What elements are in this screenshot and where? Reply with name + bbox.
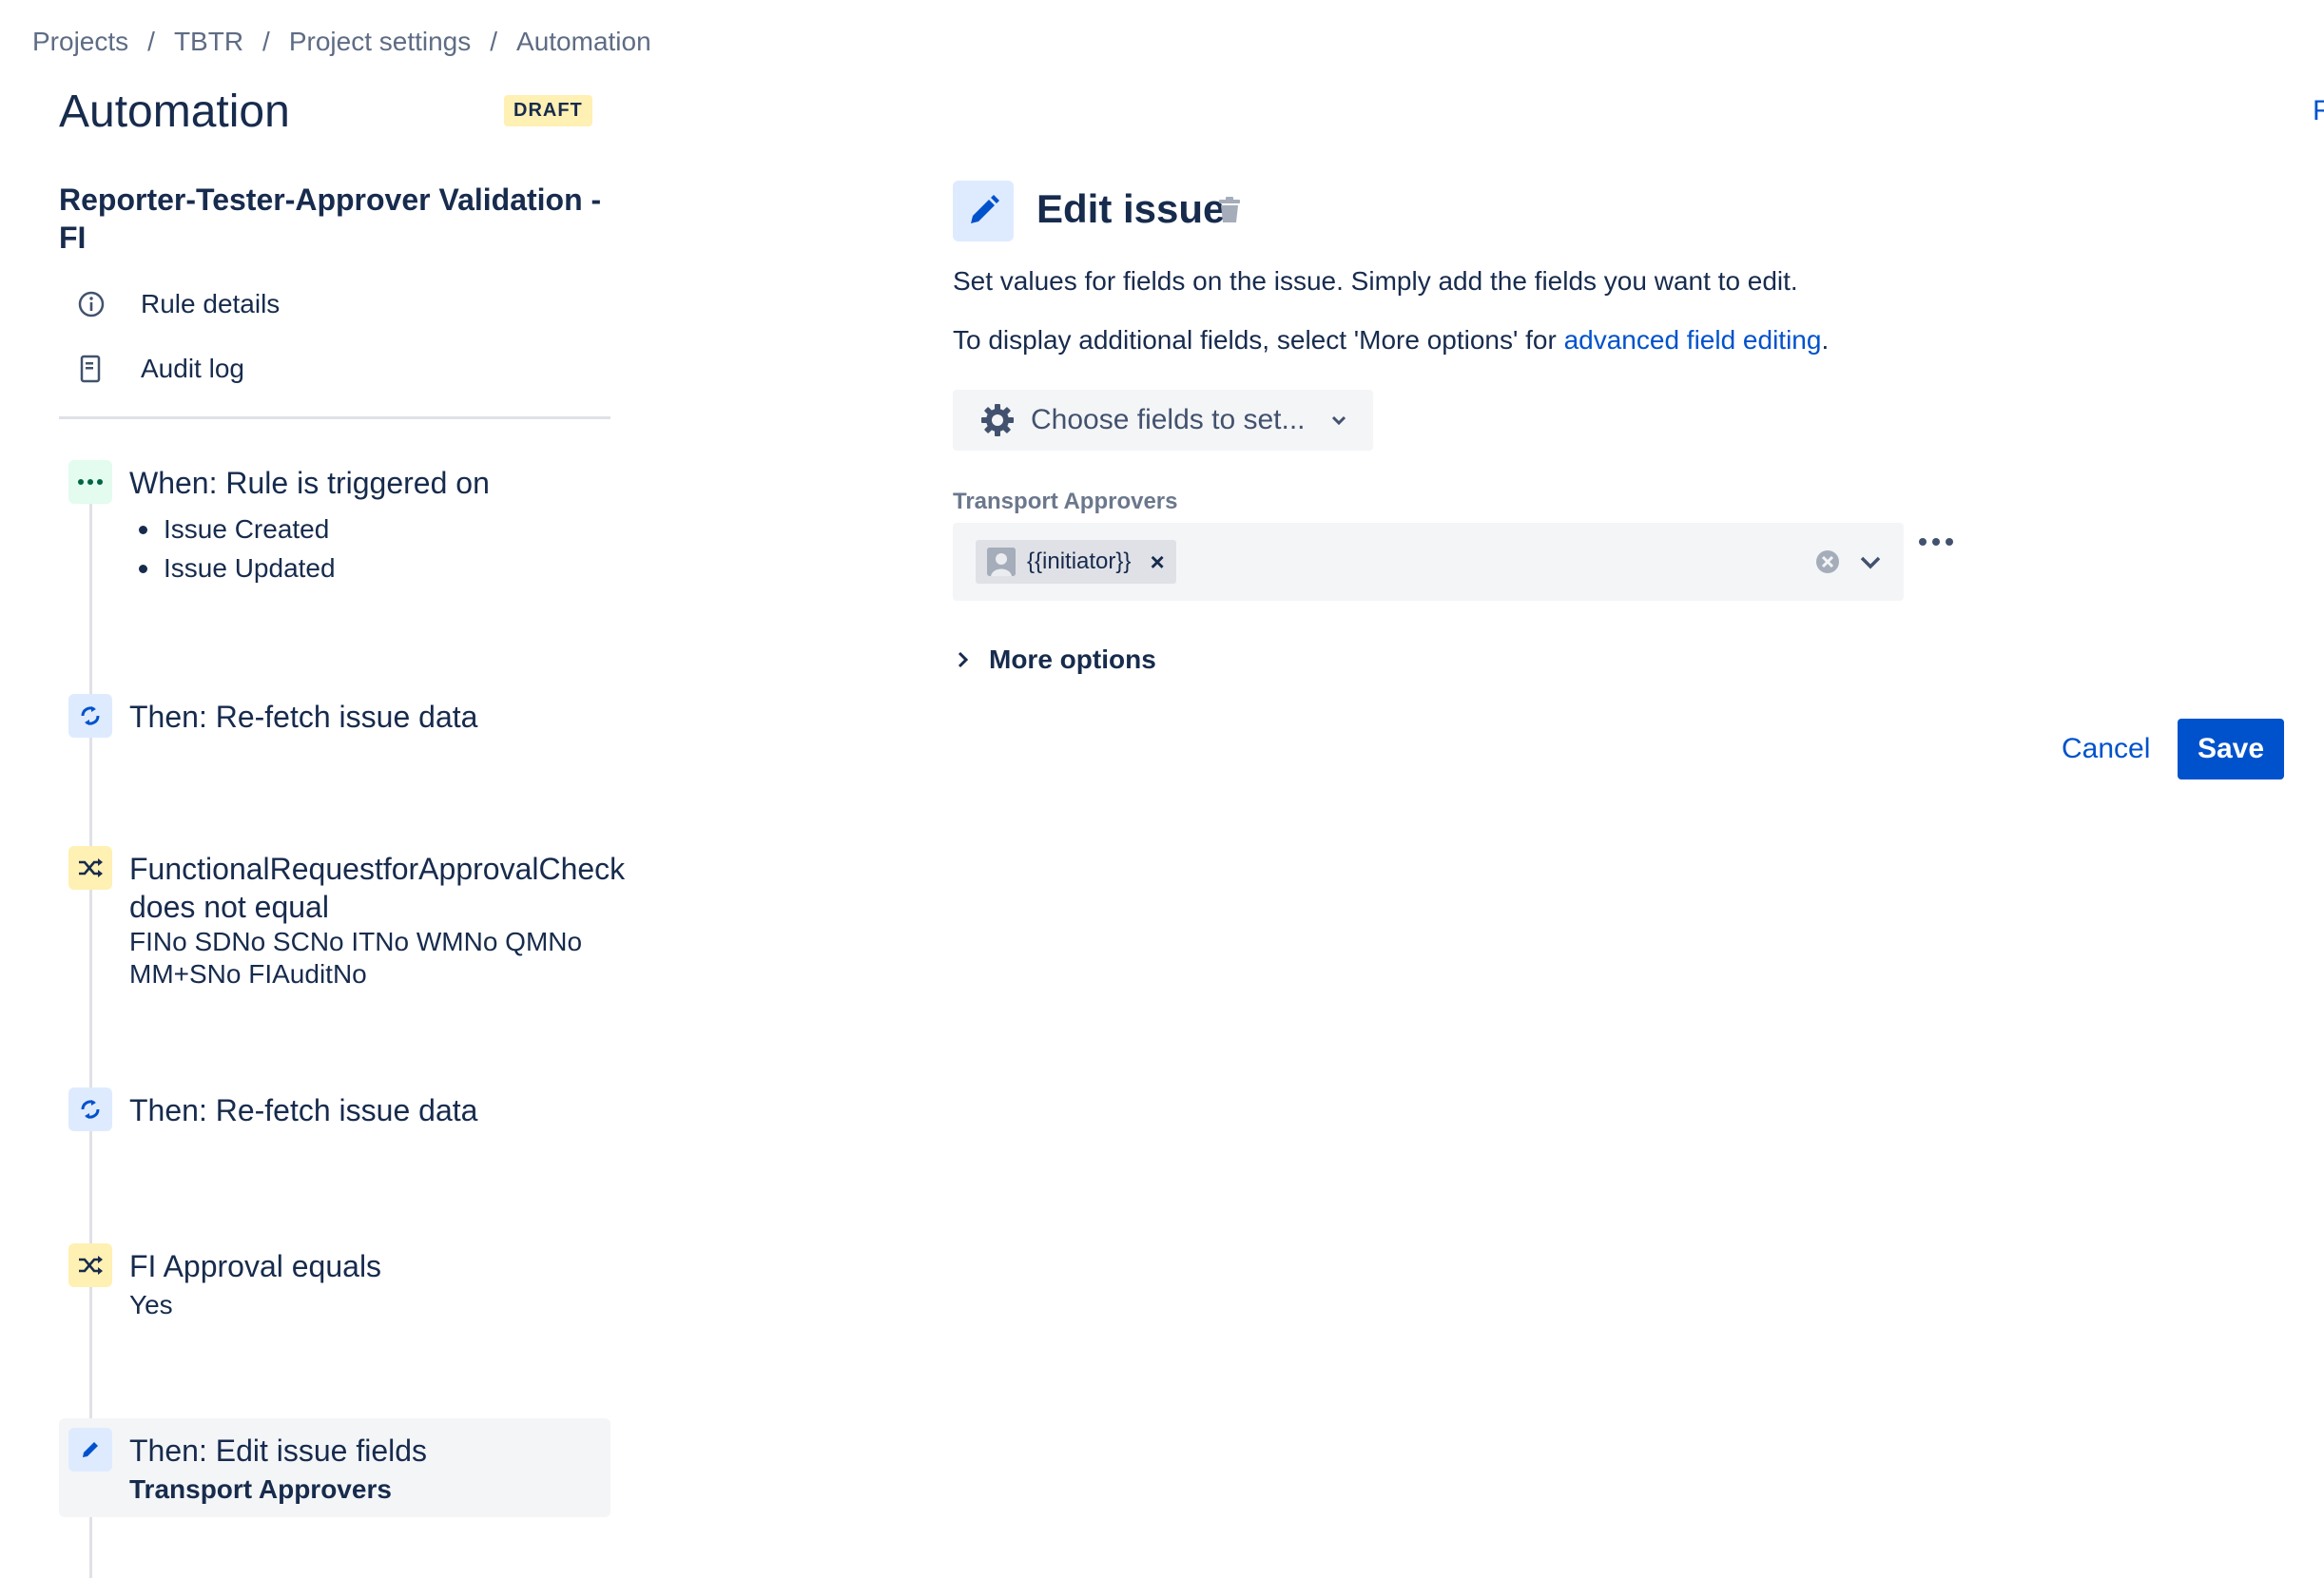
transport-approvers-label: Transport Approvers bbox=[953, 489, 1178, 514]
description-text: To display additional fields, select 'Mo… bbox=[953, 325, 1564, 355]
edit-description: Set values for fields on the issue. Simp… bbox=[953, 266, 1798, 296]
step-title: FI Approval equals bbox=[129, 1249, 382, 1283]
rule-name: Reporter-Tester-Approver Validation - FI bbox=[59, 183, 602, 255]
step-title: Then: Re-fetch issue data bbox=[129, 700, 478, 734]
choose-fields-label: Choose fields to set... bbox=[1031, 404, 1306, 435]
rule-details-label: Rule details bbox=[141, 289, 281, 318]
step-title: When: Rule is triggered on bbox=[129, 466, 490, 500]
audit-log-link[interactable]: Audit log bbox=[74, 352, 244, 386]
audit-log-label: Audit log bbox=[141, 354, 244, 383]
shuffle-icon bbox=[68, 846, 112, 890]
edit-description-2: To display additional fields, select 'Mo… bbox=[953, 325, 1829, 356]
breadcrumb-automation[interactable]: Automation bbox=[516, 27, 651, 57]
list-item: Issue Created bbox=[129, 510, 624, 548]
breadcrumb-project-settings[interactable]: Project settings bbox=[289, 27, 471, 57]
step-subtitle: Yes bbox=[129, 1290, 173, 1319]
info-icon bbox=[74, 287, 108, 321]
divider bbox=[59, 416, 610, 419]
avatar bbox=[987, 548, 1016, 576]
edit-issue-step[interactable]: Then: Edit issue fields Transport Approv… bbox=[59, 1418, 610, 1517]
document-icon bbox=[74, 352, 108, 386]
breadcrumb-separator: / bbox=[147, 27, 155, 56]
chevron-right-icon bbox=[957, 650, 970, 669]
breadcrumb-project[interactable]: TBTR bbox=[174, 27, 243, 57]
choose-fields-button[interactable]: Choose fields to set... bbox=[953, 390, 1373, 451]
cancel-button[interactable]: Cancel bbox=[2054, 719, 2158, 779]
timeline-line bbox=[89, 494, 92, 1578]
tag-label: {{initiator}} bbox=[1027, 548, 1132, 574]
description-period: . bbox=[1821, 325, 1830, 355]
more-horizontal-icon bbox=[68, 460, 112, 504]
refresh-icon bbox=[68, 694, 112, 738]
close-icon[interactable]: × bbox=[1150, 548, 1164, 577]
more-options-toggle[interactable]: More options bbox=[957, 645, 1156, 675]
step-subtitle: Transport Approvers bbox=[129, 1474, 392, 1504]
breadcrumb-separator: / bbox=[262, 27, 270, 56]
chevron-down-icon[interactable] bbox=[1856, 548, 1885, 581]
page-title: Automation bbox=[59, 87, 290, 137]
gear-icon bbox=[979, 402, 1016, 438]
list-item: Issue Updated bbox=[129, 548, 624, 587]
top-right-link[interactable]: R bbox=[2313, 95, 2324, 127]
save-button[interactable]: Save bbox=[2178, 719, 2284, 779]
chevron-down-icon bbox=[1330, 414, 1347, 426]
edit-issue-title: Edit issue bbox=[1036, 186, 1226, 231]
step-title: Then: Edit issue fields bbox=[129, 1434, 428, 1468]
trash-icon[interactable] bbox=[1217, 196, 1242, 229]
transport-approvers-select[interactable]: {{initiator}} × bbox=[953, 523, 1904, 601]
trigger-list: Issue Created Issue Updated bbox=[129, 510, 624, 587]
clear-icon[interactable] bbox=[1813, 548, 1842, 581]
pencil-icon bbox=[953, 181, 1014, 241]
step-title: FunctionalRequestforApprovalCheck does n… bbox=[129, 852, 626, 924]
shuffle-icon bbox=[68, 1243, 112, 1287]
step-title: Then: Re-fetch issue data bbox=[129, 1093, 478, 1127]
breadcrumb-separator: / bbox=[490, 27, 498, 56]
more-options-label: More options bbox=[989, 645, 1156, 674]
draft-badge: DRAFT bbox=[504, 95, 592, 126]
step-subtitle: FINo SDNo SCNo ITNo WMNo QMNo MM+SNo FIA… bbox=[129, 927, 583, 989]
rule-details-link[interactable]: Rule details bbox=[74, 287, 280, 321]
refresh-icon bbox=[68, 1087, 112, 1131]
selected-user-tag: {{initiator}} × bbox=[976, 540, 1176, 584]
breadcrumb-projects[interactable]: Projects bbox=[32, 27, 128, 57]
more-actions-icon[interactable] bbox=[1919, 538, 1953, 546]
pencil-icon bbox=[68, 1428, 112, 1472]
breadcrumb: Projects / TBTR / Project settings / Aut… bbox=[32, 27, 651, 57]
advanced-field-editing-link[interactable]: advanced field editing bbox=[1564, 325, 1822, 355]
